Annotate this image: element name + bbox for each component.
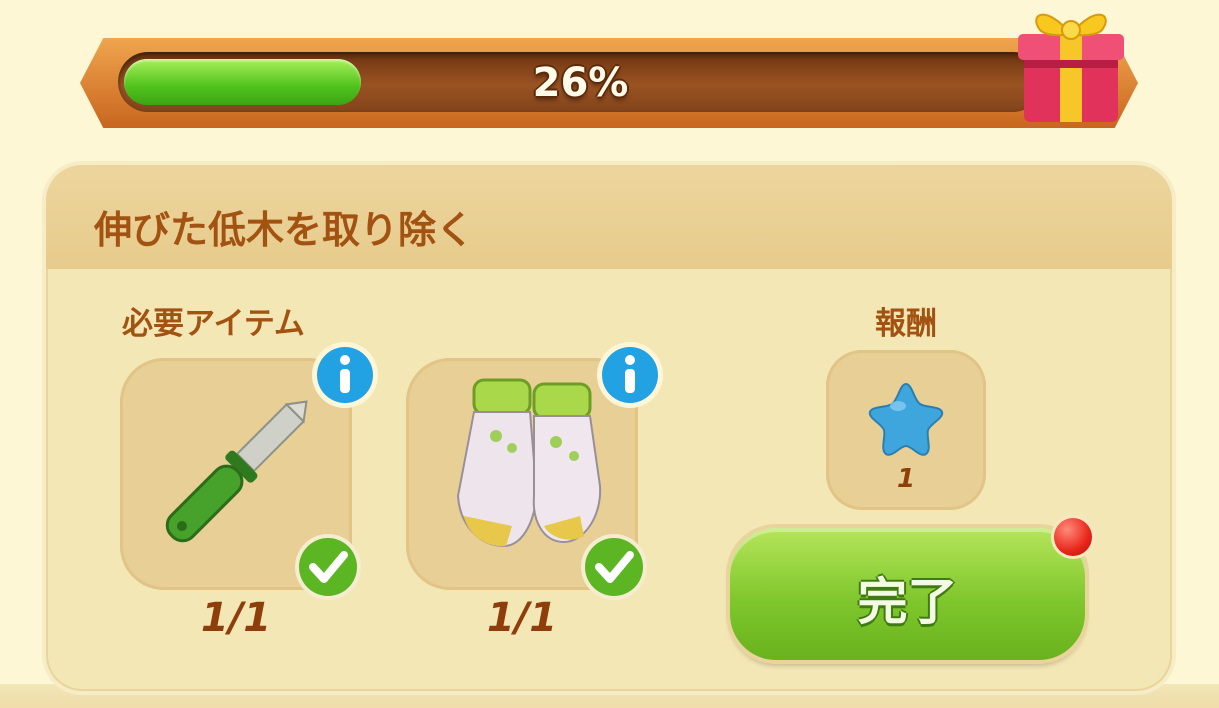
blue-star-icon — [868, 382, 944, 456]
required-items-label: 必要アイテム — [122, 306, 305, 342]
info-icon[interactable] — [595, 340, 665, 410]
task-panel: 伸びた低木を取り除く 必要アイテム 1/1 1/1 報酬 1 完了 — [46, 165, 1172, 691]
reward-slot[interactable]: 1 — [826, 350, 986, 510]
task-title: 伸びた低木を取り除く — [94, 208, 475, 252]
check-icon — [581, 534, 647, 600]
required-item-count: 1/1 — [486, 595, 558, 641]
info-icon[interactable] — [310, 340, 380, 410]
required-item-count: 1/1 — [200, 595, 272, 641]
check-icon — [295, 534, 361, 600]
reward-count: 1 — [896, 464, 916, 494]
progress-bar: 26% — [118, 52, 1043, 112]
complete-button-label: 完了 — [857, 573, 958, 631]
progress-percent-label: 26% — [532, 60, 629, 106]
gift-box-icon[interactable] — [1016, 0, 1126, 124]
notification-dot — [1054, 518, 1092, 556]
complete-button[interactable]: 完了 — [730, 528, 1085, 660]
reward-label: 報酬 — [875, 306, 937, 342]
